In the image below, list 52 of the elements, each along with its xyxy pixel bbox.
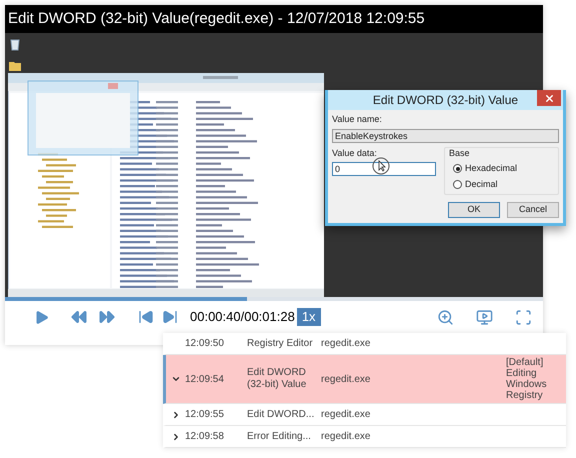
- event-time: 12:09:54: [185, 372, 225, 386]
- dialog-title: Edit DWORD (32-bit) Value: [372, 92, 520, 109]
- value-data-field[interactable]: 0: [332, 162, 436, 176]
- event-process: regedit.exe: [321, 337, 372, 351]
- base-label: Base: [449, 146, 471, 160]
- fast-forward-button[interactable]: [98, 308, 116, 326]
- event-process: regedit.exe: [321, 372, 372, 386]
- speed-badge[interactable]: 1x: [296, 308, 321, 326]
- cursor-icon: [372, 156, 390, 174]
- event-row[interactable]: 12:09:54 Edit DWORD (32-bit) Value regedit.exe [Default] Editing Windows Registry: [163, 355, 566, 404]
- radio-label: Decimal: [465, 178, 498, 190]
- event-details: [Default] Editing Windows Registry: [506, 357, 548, 401]
- event-title: Edit DWORD (32-bit) Value: [247, 367, 308, 391]
- recording-title: Edit DWORD (32-bit) Value(regedit.exe) - 12/07/2018 12:09:55: [5, 5, 543, 33]
- close-icon: [544, 92, 554, 104]
- radio-label: Hexadecimal: [465, 162, 518, 175]
- progress-track[interactable]: [5, 297, 543, 301]
- recycle-bin-icon: [9, 37, 21, 51]
- event-row[interactable]: 12:09:58 Error Editing... regedit.exe: [163, 426, 566, 448]
- screen-play-button[interactable]: [476, 308, 493, 326]
- event-row[interactable]: 12:09:55 Edit DWORD... regedit.exe: [163, 404, 566, 426]
- event-time: 12:09:55: [185, 408, 225, 422]
- chevron-icon[interactable]: [170, 374, 180, 384]
- fast-forward-icon: [98, 308, 116, 326]
- zoom-in-button[interactable]: [436, 308, 454, 326]
- fullscreen-button[interactable]: [514, 308, 532, 326]
- close-button[interactable]: [537, 90, 561, 106]
- dialog-button[interactable]: Cancel: [507, 202, 559, 218]
- value-name-field[interactable]: EnableKeystrokes: [332, 128, 559, 142]
- dialog-button[interactable]: OK: [448, 202, 500, 218]
- event-process: regedit.exe: [321, 408, 372, 422]
- event-title: Error Editing...: [247, 430, 312, 442]
- folder-icon: [9, 61, 21, 71]
- skip-back-icon: [138, 309, 154, 325]
- fullscreen-icon: [514, 308, 532, 326]
- radio-button[interactable]: [453, 180, 462, 189]
- event-time: 12:09:50: [185, 337, 225, 351]
- event-title: Edit DWORD...: [247, 408, 316, 420]
- rewind-button[interactable]: [70, 308, 88, 326]
- screen-play-icon: [476, 308, 493, 326]
- skip-back-button[interactable]: [138, 309, 154, 325]
- event-title: Registry Editor: [247, 338, 314, 350]
- zoom-in-icon: [436, 308, 454, 326]
- skip-forward-button[interactable]: [162, 309, 178, 325]
- event-time: 12:09:58: [185, 430, 225, 444]
- playback-time: 00:00:40/00:01:28: [190, 308, 295, 326]
- value-name-label: Value name:: [332, 113, 383, 126]
- value-data-label: Value data:: [332, 146, 378, 160]
- event-process: regedit.exe: [321, 430, 372, 444]
- rewind-icon: [70, 308, 88, 326]
- radio-button[interactable]: [453, 164, 462, 174]
- skip-forward-icon: [162, 309, 178, 325]
